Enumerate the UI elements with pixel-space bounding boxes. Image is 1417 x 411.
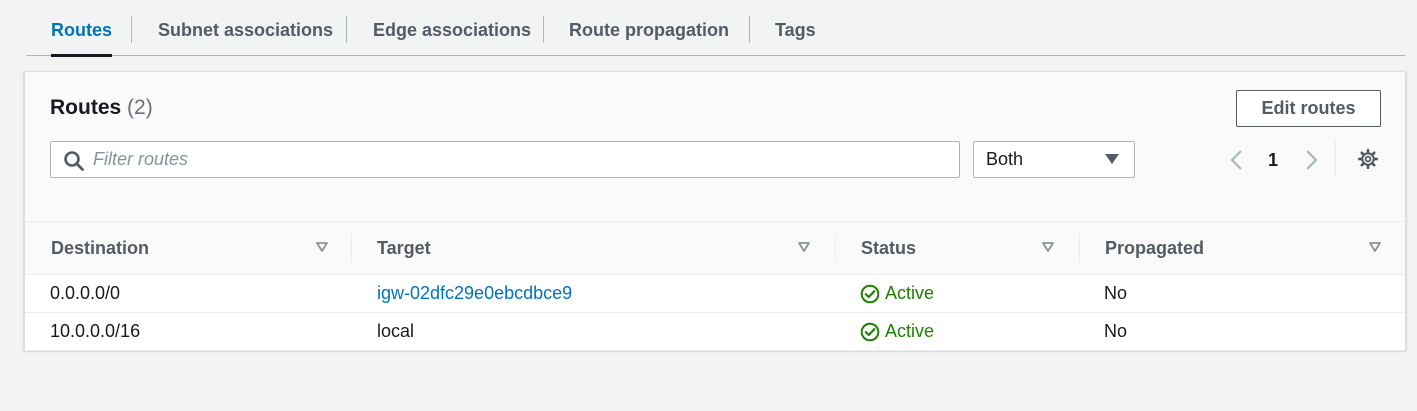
sort-caret-icon[interactable] [1041, 240, 1055, 254]
caret-down-icon [1105, 154, 1119, 164]
column-header-status[interactable]: Status [861, 222, 916, 274]
filter-routes-field [50, 141, 960, 178]
edit-routes-button[interactable]: Edit routes [1236, 90, 1381, 127]
tab-bar: Routes Subnet associations Edge associat… [26, 0, 1405, 57]
tab-divider [346, 16, 347, 43]
tab-divider [543, 16, 544, 43]
chevron-right-icon[interactable] [1300, 146, 1322, 174]
destination-cell: 0.0.0.0/0 [50, 283, 121, 303]
current-page-number[interactable]: 1 [1263, 146, 1283, 174]
routes-count: (2) [127, 96, 153, 119]
tab-edge-associations[interactable]: Edge associations [373, 0, 531, 56]
propagated-cell: No [1104, 283, 1128, 303]
check-circle-icon [860, 322, 880, 342]
column-divider [1079, 234, 1080, 262]
status-cell: Active [860, 313, 980, 350]
target-cell: local [377, 321, 415, 341]
gear-icon[interactable] [1357, 147, 1379, 171]
column-divider [835, 234, 836, 262]
sort-caret-icon[interactable] [797, 240, 811, 254]
table-header: Destination Target Status Propagated [25, 221, 1405, 275]
tab-routes[interactable]: Routes [51, 0, 113, 57]
table-row: 0.0.0.0/0 igw-02dfc29e0ebcdbce9 Active N… [25, 275, 1405, 313]
column-header-target[interactable]: Target [377, 222, 431, 274]
tab-divider [131, 16, 132, 43]
propagation-select-value: Both [986, 149, 1024, 169]
status-text: Active [885, 283, 935, 303]
propagated-cell: No [1104, 321, 1128, 341]
check-circle-icon [860, 284, 880, 304]
destination-cell: 10.0.0.0/16 [50, 321, 141, 341]
routes-panel: Routes (2) Edit routes Both 1 [24, 71, 1406, 351]
search-icon [64, 151, 84, 171]
column-header-propagated[interactable]: Propagated [1105, 222, 1204, 274]
column-header-destination[interactable]: Destination [51, 222, 149, 274]
column-divider [351, 234, 352, 262]
propagation-select[interactable]: Both [973, 141, 1135, 178]
sort-caret-icon[interactable] [315, 240, 329, 254]
sort-caret-icon[interactable] [1368, 240, 1382, 254]
chevron-left-icon[interactable] [1226, 146, 1248, 174]
target-link[interactable]: igw-02dfc29e0ebcdbce9 [377, 275, 572, 312]
panel-title: Routes (2) [50, 96, 153, 120]
filter-routes-input[interactable] [93, 142, 943, 177]
status-text: Active [885, 321, 935, 341]
panel-title-text: Routes [50, 96, 122, 119]
status-cell: Active [860, 275, 980, 312]
tab-tags[interactable]: Tags [775, 0, 816, 56]
tab-route-propagation[interactable]: Route propagation [569, 0, 729, 56]
table-row: 10.0.0.0/16 local Active No [25, 313, 1405, 351]
tab-divider [749, 16, 750, 43]
tab-subnet-associations[interactable]: Subnet associations [158, 0, 333, 56]
pagination-divider [1335, 140, 1336, 178]
